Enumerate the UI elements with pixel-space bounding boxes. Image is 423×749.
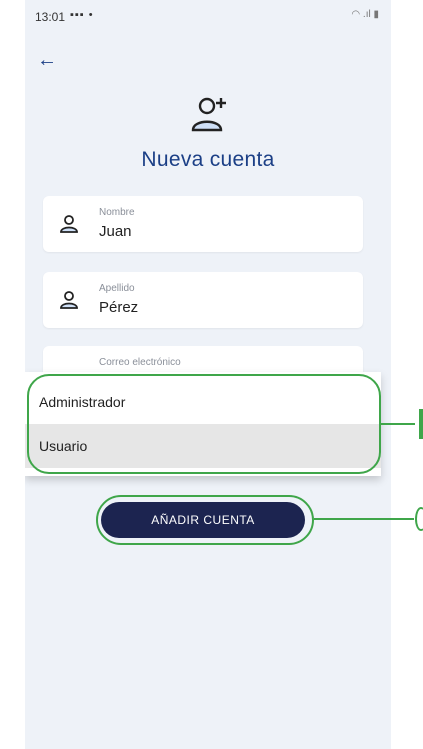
callout-line (381, 423, 415, 425)
correo-label: Correo electrónico (99, 357, 181, 368)
back-arrow-icon[interactable]: ← (37, 50, 57, 70)
signal-battery-icon: ◠ .ıl ▮ (351, 9, 379, 20)
person-icon (60, 291, 78, 309)
notification-dot: • (88, 9, 94, 21)
button-highlight (96, 495, 314, 545)
dropdown-highlight (27, 374, 381, 474)
callout-marker (419, 409, 423, 439)
apellido-label: Apellido (99, 283, 135, 294)
page-title: Nueva cuenta (141, 148, 275, 171)
status-bar: 13:01 ▪▪▪ • ◠ .ıl ▮ (25, 0, 391, 34)
nombre-value: Juan (99, 223, 132, 240)
notification-icons: ▪▪▪ • (70, 9, 94, 21)
apellido-field[interactable]: Apellido Pérez (43, 272, 363, 328)
nombre-label: Nombre (99, 207, 135, 218)
nombre-field[interactable]: Nombre Juan (43, 196, 363, 252)
add-user-icon (191, 97, 226, 132)
person-icon (60, 215, 78, 233)
status-time: 13:01 (35, 10, 66, 24)
callout-line (314, 518, 414, 520)
callout-marker (415, 507, 423, 531)
apellido-value: Pérez (99, 299, 139, 316)
